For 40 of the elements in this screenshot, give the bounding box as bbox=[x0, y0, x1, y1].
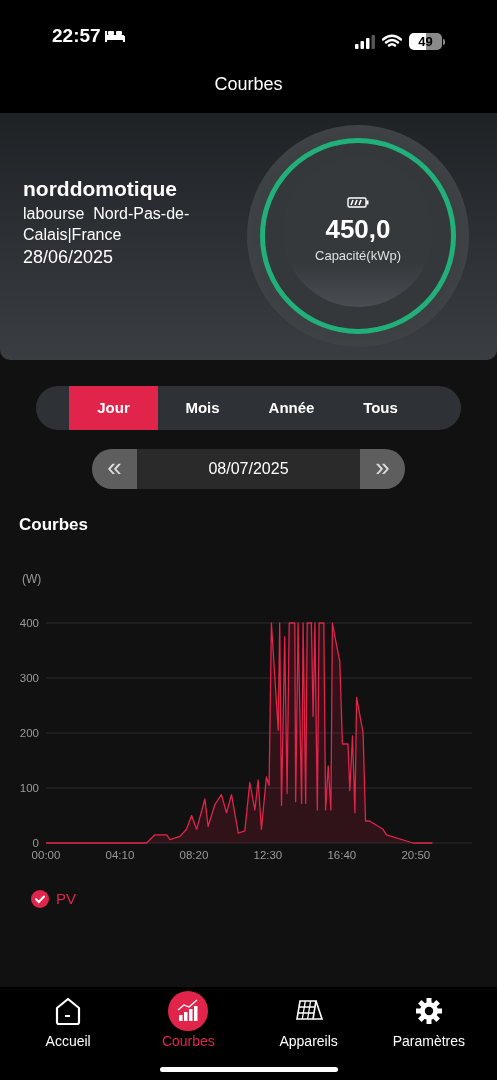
wifi-icon bbox=[382, 34, 402, 49]
nav-tab[interactable]: Appareils bbox=[253, 991, 364, 1052]
page-title: Courbes bbox=[214, 73, 283, 96]
site-location: labourse Nord-Pas-de-Calais|France bbox=[23, 203, 191, 245]
site-name: norddomotique bbox=[23, 175, 178, 202]
x-tick-label: 00:00 bbox=[31, 849, 61, 861]
site-date: 28/06/2025 bbox=[23, 245, 115, 269]
nav-tab[interactable]: Paramètres bbox=[373, 991, 484, 1052]
y-tick-label: 300 bbox=[19, 672, 39, 684]
period-tab[interactable]: Jour bbox=[69, 386, 158, 430]
nav-tab[interactable]: Courbes bbox=[133, 991, 244, 1052]
status-time: 22:57 bbox=[52, 23, 101, 48]
period-tab[interactable]: Mois bbox=[158, 386, 247, 430]
nav-tab[interactable]: Accueil bbox=[13, 991, 124, 1052]
selected-date: 08/07/2025 bbox=[207, 459, 290, 479]
battery-icon bbox=[347, 197, 369, 209]
settings-icon bbox=[414, 997, 443, 1025]
x-tick-label: 08:20 bbox=[179, 849, 209, 861]
x-tick-label: 12:30 bbox=[253, 849, 283, 861]
y-tick-label: 100 bbox=[19, 782, 39, 794]
battery-indicator: 49 bbox=[409, 33, 445, 50]
x-tick-label: 04:10 bbox=[105, 849, 135, 861]
next-button[interactable]: » bbox=[360, 449, 405, 489]
y-axis-unit: (W) bbox=[22, 572, 42, 586]
home-icon bbox=[54, 996, 83, 1026]
capacity-value: 450,0 bbox=[325, 213, 391, 247]
capacity-label: Capacité(kWp) bbox=[315, 247, 401, 266]
period-tab[interactable]: Tous bbox=[336, 386, 425, 430]
legend-item[interactable]: PV bbox=[31, 888, 76, 911]
y-tick-label: 400 bbox=[19, 617, 39, 629]
previous-button[interactable]: « bbox=[92, 449, 137, 489]
y-tick-label: 0 bbox=[32, 837, 39, 849]
x-tick-label: 16:40 bbox=[327, 849, 357, 861]
bed-icon bbox=[104, 28, 125, 43]
signal-icon bbox=[355, 34, 375, 49]
bar-chart-icon bbox=[168, 991, 209, 1031]
period-tab[interactable]: Année bbox=[247, 386, 336, 430]
x-tick-label: 20:50 bbox=[401, 849, 431, 861]
section-title: Courbes bbox=[19, 515, 88, 534]
y-tick-label: 200 bbox=[19, 727, 39, 739]
